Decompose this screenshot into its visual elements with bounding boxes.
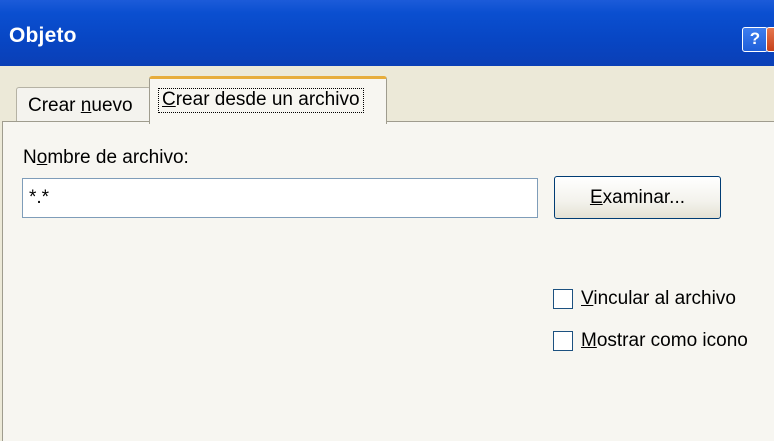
- help-icon[interactable]: ?: [742, 27, 768, 52]
- link-to-file-mnemonic: V: [581, 288, 594, 309]
- object-dialog: Objeto ? X Crear nuevo Crear desde un ar…: [0, 0, 774, 441]
- close-icon[interactable]: X: [766, 27, 774, 52]
- dialog-title: Objeto: [9, 24, 77, 47]
- tab-create-new-label-b: uevo: [91, 95, 133, 116]
- tab-focus-rect: Crear desde un archivo: [158, 88, 364, 113]
- tab-create-new[interactable]: Crear nuevo: [16, 87, 151, 121]
- filename-input[interactable]: [22, 178, 538, 218]
- tab-create-from-file-label: rear desde un archivo: [175, 89, 360, 110]
- tab-create-from-file[interactable]: Crear desde un archivo: [149, 76, 387, 124]
- link-to-file-label-text: incular al archivo: [593, 288, 736, 309]
- display-as-icon-label: Mostrar como icono: [581, 330, 748, 352]
- link-to-file-label: Vincular al archivo: [581, 288, 736, 310]
- display-as-icon-label-text: ostrar como icono: [596, 330, 748, 351]
- browse-button[interactable]: Examinar...: [554, 176, 721, 219]
- link-to-file-checkbox[interactable]: [553, 289, 573, 309]
- display-as-icon-mnemonic: M: [581, 330, 597, 351]
- tab-create-new-mnemonic: n: [80, 95, 92, 116]
- filename-label-mnemonic: o: [36, 147, 48, 168]
- browse-label: xaminar...: [602, 187, 686, 208]
- display-as-icon-checkbox[interactable]: [553, 331, 573, 351]
- help-glyph: ?: [749, 29, 761, 48]
- dialog-body: Crear nuevo Crear desde un archivo Nombr…: [0, 66, 774, 441]
- filename-label-a: N: [23, 147, 37, 168]
- tab-create-from-file-mnemonic: C: [162, 89, 176, 110]
- tab-create-new-label-a: Crear: [28, 95, 81, 116]
- filename-label: Nombre de archivo:: [23, 147, 189, 169]
- browse-mnemonic: E: [589, 187, 603, 208]
- title-bar[interactable]: Objeto ? X: [0, 0, 774, 66]
- filename-label-b: mbre de archivo:: [47, 147, 189, 168]
- tab-panel: [2, 121, 774, 441]
